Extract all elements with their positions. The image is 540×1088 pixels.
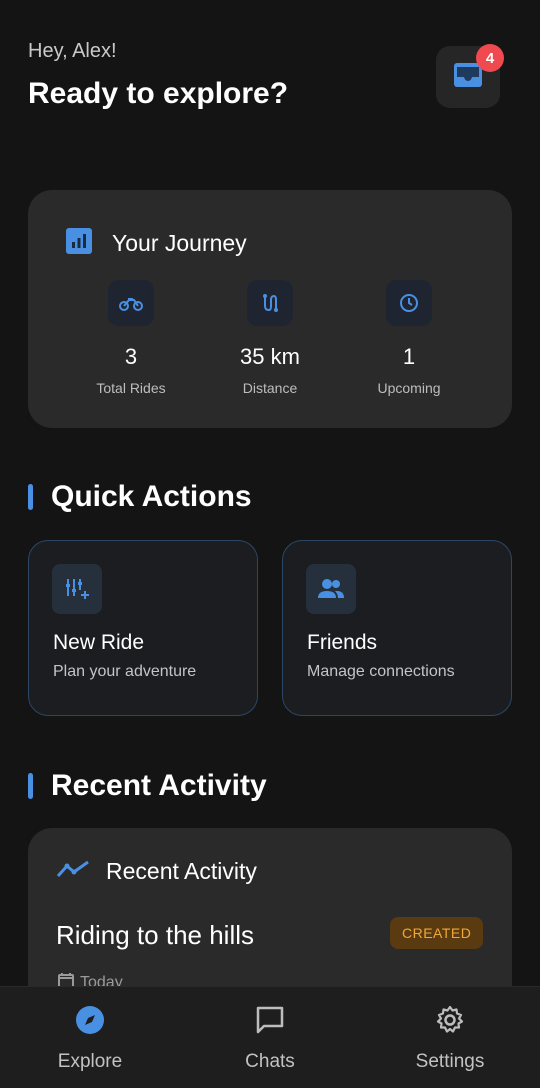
- nav-label: Settings: [415, 1051, 485, 1072]
- route-icon: [247, 280, 293, 326]
- motorcycle-icon: [108, 280, 154, 326]
- bottom-nav: Explore Chats Settings: [0, 986, 540, 1088]
- nav-chats[interactable]: Chats: [180, 1003, 360, 1073]
- stat-total-rides: 3 Total Rides: [61, 280, 201, 396]
- nav-label: Chats: [245, 1051, 295, 1072]
- stat-distance: 35 km Distance: [200, 280, 340, 396]
- header: Hey, Alex! Ready to explore?: [28, 40, 288, 111]
- stat-value: 1: [402, 344, 416, 369]
- activity-card-title: Recent Activity: [106, 858, 257, 884]
- action-title: New Ride: [53, 631, 145, 654]
- quick-actions-heading: Quick Actions: [28, 480, 252, 514]
- action-subtitle: Manage connections: [307, 663, 455, 680]
- section-accent-bar: [28, 484, 33, 510]
- section-accent-bar: [28, 773, 33, 799]
- clock-icon: [386, 280, 432, 326]
- inbox-button[interactable]: 4: [436, 44, 504, 108]
- recent-activity-heading: Recent Activity: [28, 769, 267, 803]
- action-title: Friends: [307, 631, 378, 654]
- new-ride-icon: [52, 564, 102, 614]
- action-subtitle: Plan your adventure: [53, 663, 197, 680]
- stat-label: Total Rides: [96, 380, 166, 396]
- compass-icon: [0, 1003, 180, 1037]
- trending-icon: [56, 859, 90, 884]
- gear-icon: [360, 1003, 540, 1037]
- chat-icon: [180, 1003, 360, 1037]
- chart-icon: [66, 228, 92, 259]
- journey-title: Your Journey: [112, 230, 247, 256]
- journey-header: Your Journey: [66, 228, 247, 259]
- stat-value: 3: [124, 344, 138, 369]
- friends-button[interactable]: Friends Manage connections: [282, 540, 512, 716]
- quick-actions-title: Quick Actions: [51, 480, 252, 513]
- stat-upcoming: 1 Upcoming: [339, 280, 479, 396]
- ride-title: Riding to the hills: [56, 920, 254, 950]
- stat-value: 35 km: [240, 344, 300, 369]
- nav-explore[interactable]: Explore: [0, 1003, 180, 1073]
- nav-settings[interactable]: Settings: [360, 1003, 540, 1073]
- greeting: Hey, Alex!: [28, 40, 117, 62]
- status-badge: CREATED: [390, 917, 484, 949]
- nav-label: Explore: [57, 1051, 123, 1072]
- activity-card-header: Recent Activity: [56, 858, 257, 885]
- page-title: Ready to explore?: [28, 77, 289, 110]
- recent-activity-title: Recent Activity: [51, 769, 267, 802]
- notification-badge: 4: [476, 44, 504, 72]
- stat-label: Distance: [242, 380, 298, 396]
- stat-label: Upcoming: [377, 380, 441, 396]
- friends-icon: [306, 564, 356, 614]
- journey-card: Your Journey 3 Total Rides 35 km Distanc…: [28, 190, 512, 428]
- new-ride-button[interactable]: New Ride Plan your adventure: [28, 540, 258, 716]
